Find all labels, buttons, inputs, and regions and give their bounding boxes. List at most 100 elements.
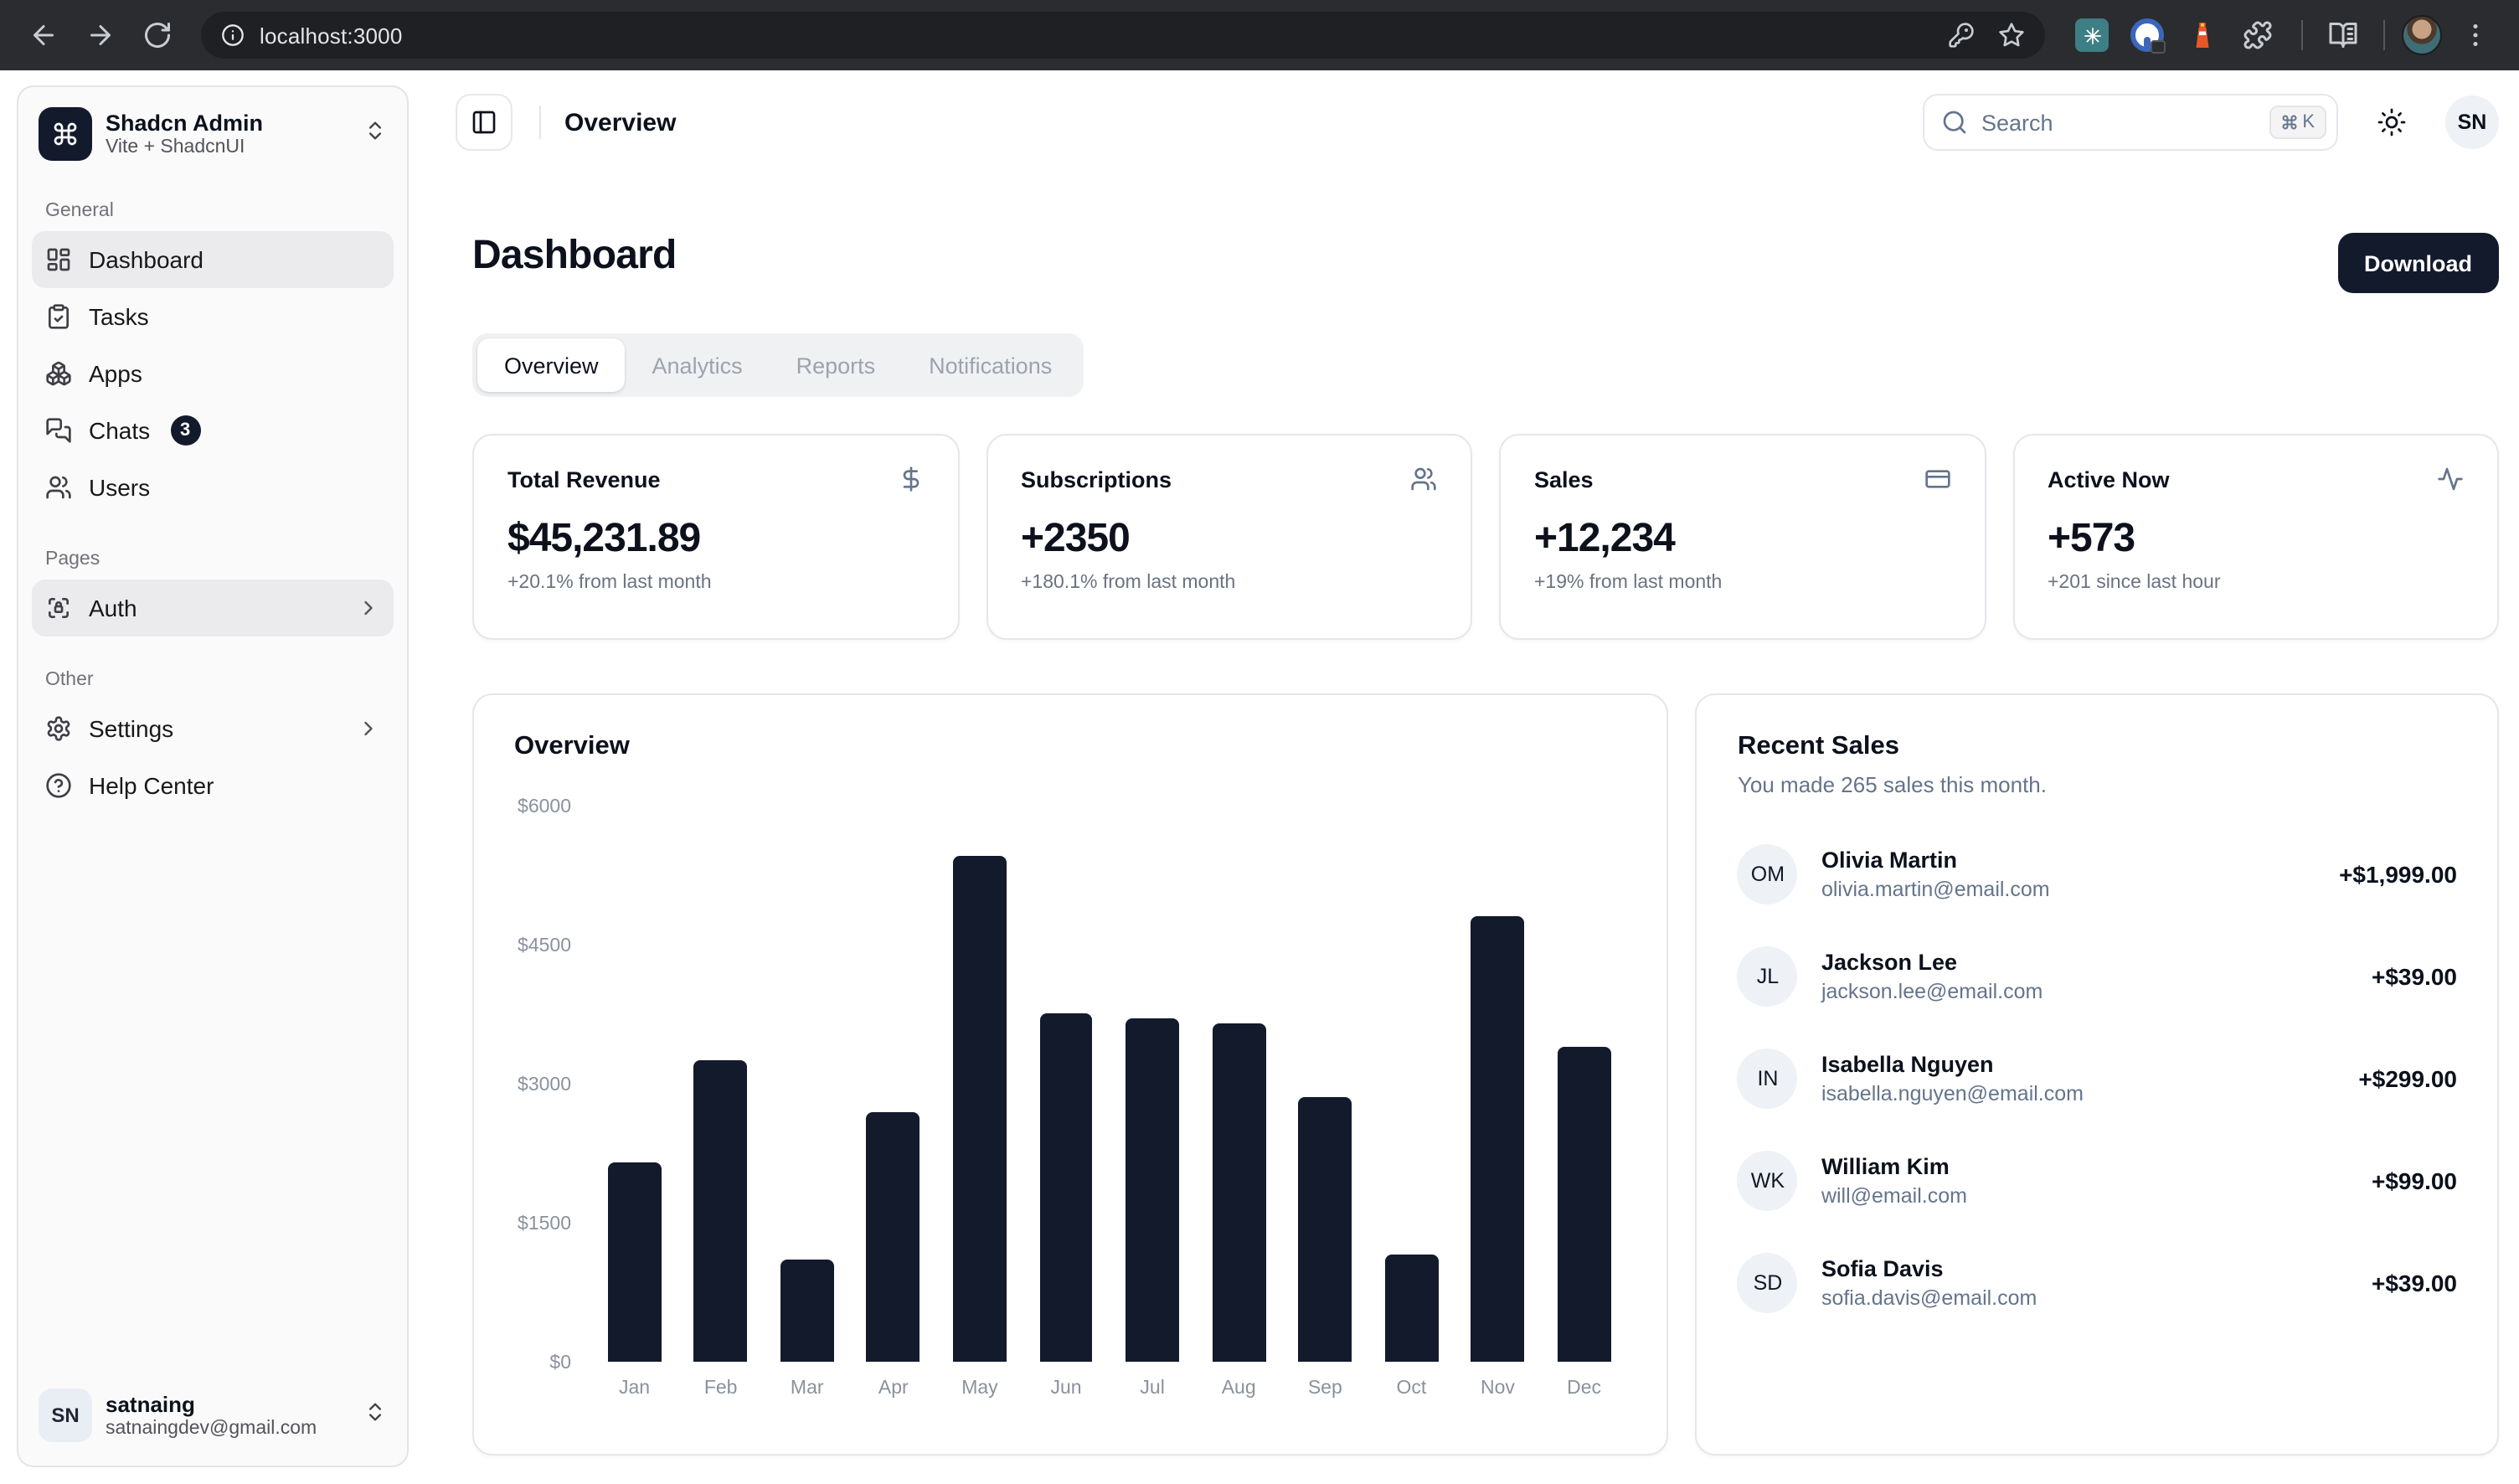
stat-card-total-revenue: Total Revenue$45,231.89+20.1% from last …: [472, 434, 959, 640]
toolbar-divider: [2301, 20, 2303, 50]
sale-name: Olivia Martin: [1821, 848, 2316, 873]
y-tick-label: $0: [549, 1353, 571, 1373]
command-icon: [39, 107, 92, 161]
sidebar-item-settings[interactable]: Settings: [32, 700, 394, 757]
extension-lighthouse-icon[interactable]: [2186, 18, 2219, 52]
menu-kebab-icon[interactable]: [2452, 12, 2499, 59]
chart-x-axis: JanFebMarAprMayJunJulAugSepOctNovDec: [591, 1378, 1627, 1399]
extensions-strip: [2075, 18, 2274, 52]
sale-avatar: JL: [1738, 946, 1798, 1007]
sidebar-item-dashboard[interactable]: Dashboard: [32, 231, 394, 288]
sale-email: olivia.martin@email.com: [1821, 878, 2316, 901]
sidebar-item-label: Users: [89, 474, 150, 501]
overview-chart-card: Overview $0$1500$3000$4500$6000 JanFebMa…: [472, 693, 1669, 1456]
bar-rect: [780, 1260, 834, 1362]
sidebar-footer: SN satnaing satnaingdev@gmail.com: [32, 1378, 394, 1452]
sidebar-item-chats[interactable]: Chats3: [32, 402, 394, 459]
sale-identity: Jackson Leejackson.lee@email.com: [1821, 950, 2348, 1003]
sale-avatar: WK: [1738, 1151, 1798, 1211]
x-tick-label: Jan: [591, 1378, 677, 1399]
x-tick-label: May: [936, 1378, 1023, 1399]
tab-analytics[interactable]: Analytics: [626, 338, 770, 392]
sale-identity: Sofia Davissofia.davis@email.com: [1821, 1256, 2348, 1310]
extension-teal-icon[interactable]: [2075, 18, 2109, 52]
stat-value: +573: [2048, 516, 2464, 563]
user-menu[interactable]: SN satnaing satnaingdev@gmail.com: [32, 1378, 394, 1452]
bar-oct: [1368, 1255, 1455, 1362]
screen: localhost:3000: [0, 0, 2519, 1484]
profile-avatar[interactable]: [2402, 15, 2442, 55]
url-text[interactable]: localhost:3000: [260, 23, 403, 48]
auth-icon: [45, 595, 72, 621]
tab-reports[interactable]: Reports: [770, 338, 903, 392]
search-icon: [1941, 109, 1968, 136]
stat-card-subscriptions: Subscriptions+2350+180.1% from last mont…: [986, 434, 1472, 640]
chart-y-axis: $0$1500$3000$4500$6000: [514, 806, 591, 1362]
password-key-icon[interactable]: [1948, 22, 1975, 49]
tab-overview[interactable]: Overview: [477, 338, 626, 392]
x-tick-label: Mar: [764, 1378, 850, 1399]
extension-1password-icon[interactable]: [2130, 18, 2164, 52]
apps-icon: [45, 360, 72, 387]
sidebar-item-apps[interactable]: Apps: [32, 345, 394, 402]
sidebar-toggle-button[interactable]: [456, 94, 513, 151]
bar-feb: [677, 1060, 764, 1362]
forward-icon[interactable]: [77, 12, 124, 59]
back-icon[interactable]: [20, 12, 67, 59]
user-name: satnaing: [106, 1392, 350, 1417]
bookmark-star-icon[interactable]: [1998, 22, 2025, 49]
activity-icon: [2437, 466, 2464, 492]
sale-amount: +$39.00: [2372, 963, 2457, 990]
nav-section-label: General: [45, 201, 380, 221]
stat-value: +2350: [1021, 516, 1437, 563]
download-button[interactable]: Download: [2337, 233, 2499, 293]
x-tick-label: Oct: [1368, 1378, 1455, 1399]
reading-list-icon[interactable]: [2320, 12, 2367, 59]
page-content: Dashboard Download OverviewAnalyticsRepo…: [456, 233, 2499, 1456]
refresh-icon[interactable]: [134, 12, 181, 59]
dashboard-icon: [45, 246, 72, 273]
site-info-icon[interactable]: [221, 23, 245, 47]
profile-button[interactable]: SN: [2445, 95, 2499, 149]
sidebar-item-label: Auth: [89, 595, 137, 621]
help-center-icon: [45, 772, 72, 799]
sidebar-item-users[interactable]: Users: [32, 459, 394, 516]
sun-icon: [2377, 107, 2407, 137]
x-tick-label: Apr: [850, 1378, 936, 1399]
recent-sales-subtitle: You made 265 sales this month.: [1738, 772, 2457, 797]
sale-amount: +$299.00: [2358, 1065, 2457, 1092]
sidebar-item-help-center[interactable]: Help Center: [32, 757, 394, 814]
sidebar-item-auth[interactable]: Auth: [32, 580, 394, 636]
main-area: Overview Search K: [425, 70, 2519, 1484]
theme-toggle-button[interactable]: [2368, 99, 2415, 146]
sale-avatar: OM: [1738, 844, 1798, 904]
bar-rect: [608, 1162, 662, 1362]
bar-nov: [1455, 916, 1541, 1362]
dashboard-tabs: OverviewAnalyticsReportsNotifications: [472, 333, 1084, 397]
chevrons-up-down-icon: [363, 1399, 387, 1431]
url-bar[interactable]: localhost:3000: [201, 12, 2045, 59]
subscribers-icon: [1410, 466, 1437, 492]
team-switcher[interactable]: Shadcn Admin Vite + ShadcnUI: [32, 100, 394, 167]
sale-name: Sofia Davis: [1821, 1256, 2348, 1281]
sidebar-item-label: Help Center: [89, 772, 214, 799]
bar-jun: [1023, 1013, 1109, 1362]
users-icon: [45, 474, 72, 501]
x-tick-label: Aug: [1196, 1378, 1282, 1399]
sidebar-item-tasks[interactable]: Tasks: [32, 288, 394, 345]
bar-rect: [1212, 1023, 1265, 1362]
bar-jul: [1110, 1018, 1196, 1362]
extensions-puzzle-icon[interactable]: [2241, 18, 2274, 52]
x-tick-label: Dec: [1541, 1378, 1627, 1399]
search-input[interactable]: Search K: [1923, 94, 2338, 151]
sidebar-item-label: Apps: [89, 360, 142, 387]
tab-notifications[interactable]: Notifications: [902, 338, 1079, 392]
y-tick-label: $6000: [518, 797, 571, 817]
bar-rect: [953, 856, 1007, 1362]
y-tick-label: $3000: [518, 1075, 571, 1095]
topbar: Overview Search K: [456, 92, 2499, 152]
dollar-icon: [897, 466, 924, 492]
bar-mar: [764, 1260, 850, 1362]
toolbar-divider: [2383, 20, 2385, 50]
browser-toolbar: localhost:3000: [0, 0, 2519, 70]
